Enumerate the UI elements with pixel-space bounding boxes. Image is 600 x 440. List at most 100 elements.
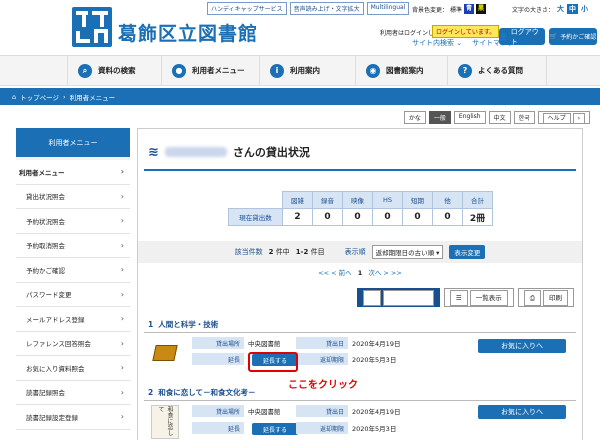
login-status-badge: ログインしています。 — [432, 25, 500, 38]
annotation-click-here: ここをクリック — [288, 380, 358, 391]
print-button[interactable]: ⎙ 印刷 — [517, 288, 574, 307]
stat-value-video: 0 — [342, 208, 373, 226]
item2-date-label: 貸出日 — [296, 405, 348, 417]
icon-view-button[interactable]: ☷ アイコン表示 — [357, 288, 440, 307]
change-display-button[interactable]: 表示変更 — [449, 245, 486, 259]
chevron-right-icon: › — [120, 191, 124, 201]
logout-button[interactable]: 👤 ログアウト — [499, 28, 545, 46]
chevron-down-icon: ⌄ — [456, 39, 463, 47]
bg-color-label: 背景色変更： — [412, 6, 449, 14]
item1-place-label: 貸出場所 — [192, 337, 244, 349]
nav-item-search[interactable]: ⌕ 資料の検索 — [67, 56, 161, 85]
item1-extend-label: 延長 — [192, 353, 244, 365]
lang-korean[interactable]: 한국 — [513, 111, 535, 124]
loan-count-table: 図雑 録音 映像 HS 短期 他 合計 現在貸出数 2 0 0 0 0 0 2冊 — [228, 191, 493, 226]
result-count-bar: 該当件数 2 件中 1-2 件目 表示順 返却期限日の古い順 ▾ 表示変更 — [138, 241, 582, 263]
voice-reading-link[interactable]: 音声読み上げ・文字拡大 — [289, 2, 364, 15]
favorite-button-1[interactable]: お気に入りへ — [478, 339, 566, 353]
bg-standard-option[interactable]: 標準 — [450, 5, 462, 14]
chevron-right-icon: › — [120, 387, 124, 397]
chevron-right-icon: › — [120, 216, 124, 226]
favorite-button-2[interactable]: お気に入りへ — [478, 405, 566, 419]
nav-item-guide[interactable]: i 利用案内 — [259, 56, 355, 85]
multilingual-link[interactable]: Multilingual — [366, 2, 410, 15]
order-select[interactable]: 返却期限日の古い順 ▾ — [371, 245, 444, 259]
stat-header-video: 映像 — [342, 191, 373, 209]
item1-due: 2020年5月3日 — [352, 356, 397, 364]
sidebar-item-email[interactable]: メールアドレス登録 › — [16, 307, 130, 332]
chevron-right-icon: › — [572, 113, 585, 124]
pagination: << < 前へ 1 次へ > >> — [138, 267, 582, 277]
site-search-link[interactable]: サイト内検索 ⌄ — [412, 38, 462, 48]
stat-row-label: 現在貸出数 — [228, 208, 283, 226]
chevron-right-icon: › — [120, 314, 124, 324]
chevron-right-icon: › — [120, 240, 124, 250]
item1-place: 中央図書館 — [248, 340, 281, 348]
count-total: 2 — [268, 248, 274, 256]
lang-english[interactable]: English — [453, 111, 486, 124]
font-medium-option[interactable]: 中 — [567, 4, 579, 14]
book-cover-2[interactable]: 和食に恋して — [151, 405, 179, 439]
breadcrumb-home[interactable]: トップページ — [20, 92, 59, 102]
stat-header-books: 図雑 — [282, 191, 313, 209]
item-title-1[interactable]: 1 人間と科学・技術 — [148, 319, 218, 330]
nav-item-user-menu[interactable]: ● 利用者メニュー — [161, 56, 259, 85]
item2-date: 2020年4月19日 — [352, 408, 401, 416]
item2-place: 中央図書館 — [248, 408, 281, 416]
search-icon: ⌕ — [78, 63, 92, 78]
grid-icon: ☷ — [363, 290, 382, 306]
nav-item-faq[interactable]: ? よくある質問 — [447, 56, 547, 85]
bg-blue-option[interactable]: 青 — [464, 4, 475, 14]
extend-button-2[interactable]: 延長する — [252, 423, 298, 435]
sidebar-item-reference[interactable]: レファレンス回答照会 › — [16, 331, 130, 356]
user-icon: 👤 — [499, 32, 508, 41]
bg-black-option[interactable]: 黒 — [476, 4, 487, 14]
sidebar-item-reservation-status[interactable]: 予約状況照会 › — [16, 209, 130, 234]
sidebar-item-reservation-cancel[interactable]: 予約取消照会 › — [16, 233, 130, 258]
stat-value-audio: 0 — [312, 208, 343, 226]
item2-place-label: 貸出場所 — [192, 405, 244, 417]
home-icon: ⌂ — [12, 92, 17, 101]
nav-item-library-info[interactable]: ◉ 図書館案内 — [355, 56, 447, 85]
annotation-highlight-box — [248, 352, 298, 372]
sidebar-item-loan-status[interactable]: 貸出状況照会 › — [16, 184, 130, 209]
user-icon: ● — [172, 63, 186, 78]
book-cover-1[interactable] — [152, 345, 178, 361]
stat-value-short: 0 — [402, 208, 433, 226]
reservation-cart-button[interactable]: 🛒 予約かご確認 — [549, 28, 597, 45]
count-label: 該当件数 — [234, 248, 263, 256]
sidebar-item-reservation-cart[interactable]: 予約かご確認 › — [16, 258, 130, 283]
pager-current: 1 — [357, 269, 363, 277]
lang-general[interactable]: 一般 — [428, 111, 451, 124]
chevron-right-icon: › — [63, 92, 66, 101]
font-large-option[interactable]: 大 — [557, 4, 564, 14]
library-logo[interactable] — [72, 7, 112, 47]
lang-chinese[interactable]: 中文 — [488, 111, 511, 124]
sidebar-item-user-menu[interactable]: 利用者メニュー › — [16, 160, 130, 185]
breadcrumb: ⌂ トップページ › 利用者メニュー — [0, 88, 600, 105]
list-view-button[interactable]: ☰ 一覧表示 — [443, 288, 514, 307]
sidebar-item-favorites[interactable]: お気に入り資料照会 › — [16, 356, 130, 381]
item1-due-label: 返却期限 — [296, 353, 348, 365]
lang-kana[interactable]: かな — [403, 111, 426, 124]
pager-next[interactable]: 次へ > >> — [368, 269, 401, 277]
view-buttons: ☷ アイコン表示 ☰ 一覧表示 ⎙ 印刷 — [357, 288, 574, 307]
stat-header-audio: 録音 — [312, 191, 343, 209]
sidebar-item-reading-settings[interactable]: 読書記録設定登録 › — [16, 405, 130, 430]
library-title[interactable]: 葛飾区立図書館 — [118, 19, 258, 46]
handicap-service-link[interactable]: ハンディキャップサービス — [207, 2, 287, 15]
help-link[interactable]: ヘルプ › — [537, 111, 590, 124]
font-small-option[interactable]: 小 — [581, 4, 588, 14]
sidebar-item-reading-record[interactable]: 読書記録照会 › — [16, 380, 130, 405]
item2-due: 2020年5月3日 — [352, 425, 397, 433]
chevron-right-icon: › — [120, 412, 124, 422]
loan-status-panel: ≋ さんの貸出状況 図雑 録音 映像 HS 短期 他 合計 現在貸出数 2 0 … — [137, 128, 583, 440]
question-icon: ? — [458, 63, 472, 78]
item2-extend-label: 延長 — [192, 422, 244, 434]
pager-prev[interactable]: << < 前へ — [318, 269, 351, 277]
stat-header-other: 他 — [432, 191, 463, 209]
sidebar-item-password[interactable]: パスワード変更 › — [16, 282, 130, 307]
order-label: 表示順 — [344, 248, 366, 256]
item-title-2[interactable]: 2 和食に恋して－和食文化考－ — [148, 387, 256, 398]
chevron-right-icon: › — [120, 289, 124, 299]
